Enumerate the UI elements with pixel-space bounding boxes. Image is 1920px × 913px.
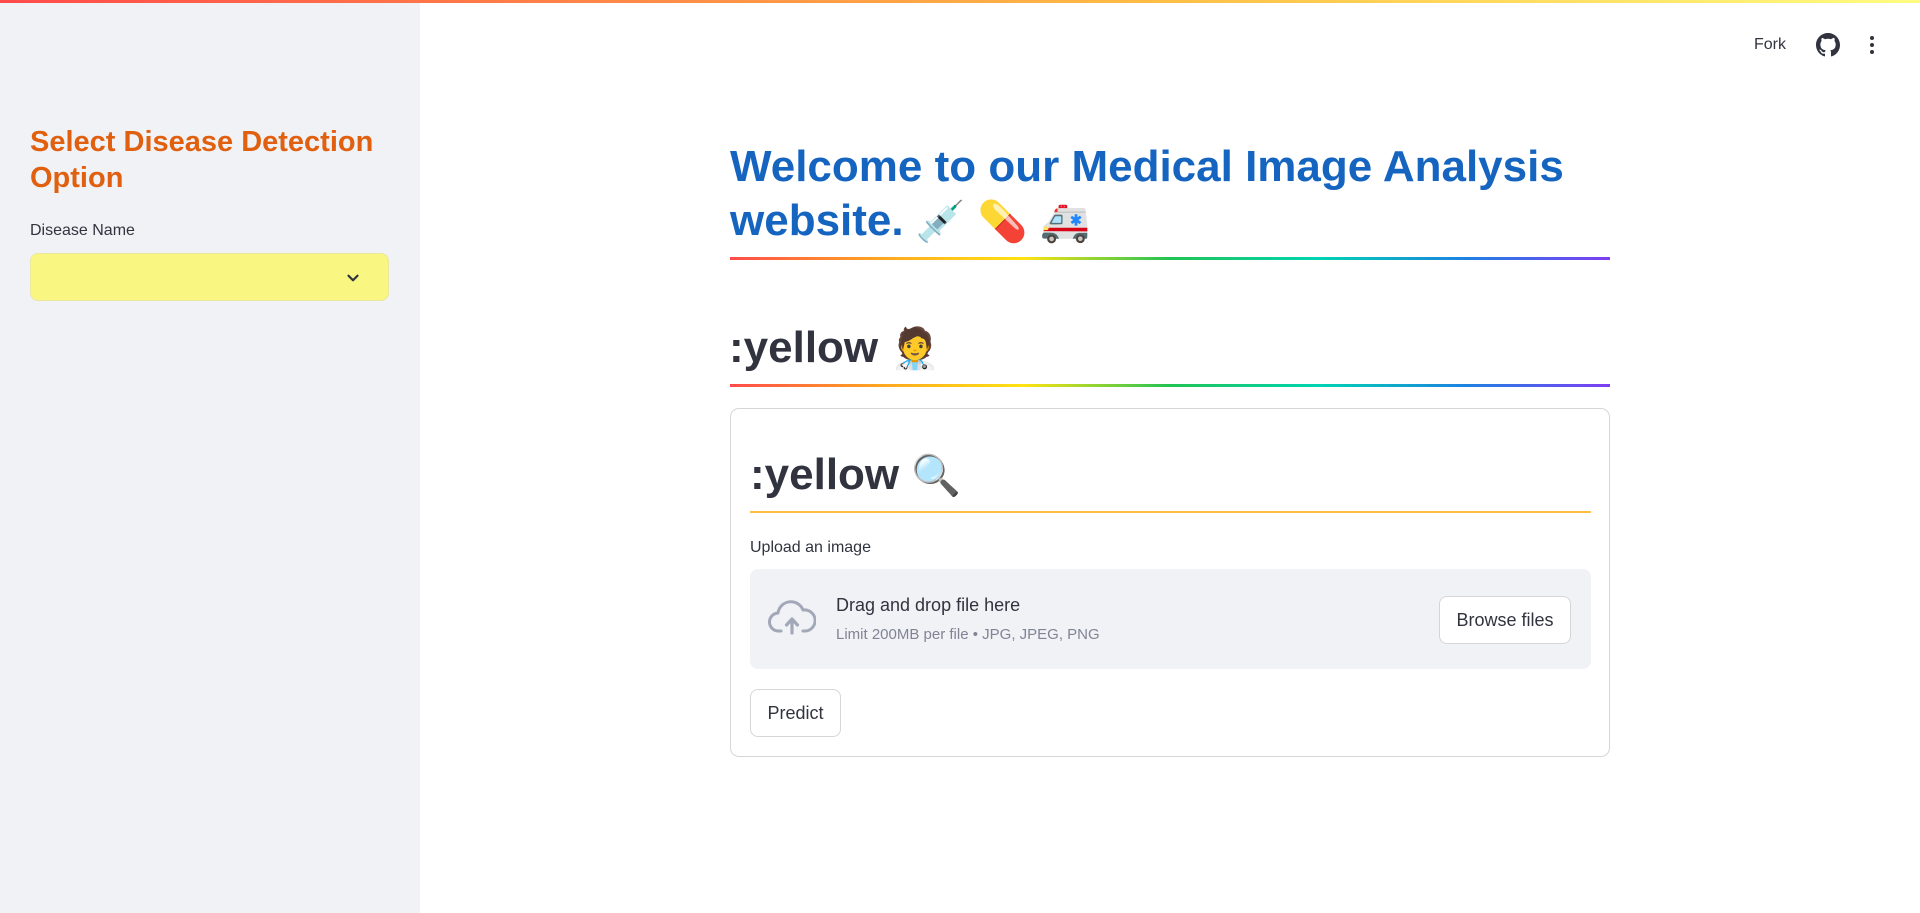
chevron-down-icon — [347, 274, 359, 282]
disease-name-label: Disease Name — [30, 222, 135, 239]
section-subheader-text: :yellow — [729, 323, 879, 372]
title-divider — [730, 257, 1610, 260]
upload-label: Upload an image — [750, 539, 871, 556]
predict-button[interactable]: Predict — [750, 689, 841, 737]
dropzone-instructions: Drag and drop file here — [836, 595, 1021, 615]
form-header: :yellow 🔍 — [750, 447, 961, 504]
cloud-upload-icon — [768, 600, 816, 635]
sidebar: Select Disease Detection Option Disease … — [0, 0, 420, 913]
magnifier-icon: 🔍 — [911, 453, 962, 499]
github-icon[interactable] — [1816, 33, 1840, 57]
page-title: Welcome to our Medical Image Analysis we… — [730, 140, 1610, 249]
section-subheader: :yellow 🧑‍⚕️ — [729, 320, 940, 377]
page-title-text: Welcome to our Medical Image Analysis we… — [730, 142, 1564, 245]
upload-form: :yellow 🔍 Upload an image Drag and drop … — [730, 408, 1610, 757]
disease-select[interactable] — [30, 253, 389, 301]
form-header-text: :yellow — [750, 450, 900, 499]
kebab-menu-icon[interactable] — [1860, 33, 1884, 57]
fork-link[interactable]: Fork — [1754, 36, 1786, 54]
syringe-icon: 💉 — [915, 199, 966, 245]
browse-files-button[interactable]: Browse files — [1439, 596, 1571, 644]
file-dropzone[interactable]: Drag and drop file here Limit 200MB per … — [750, 569, 1591, 669]
sidebar-title: Select Disease Detection Option — [30, 126, 374, 194]
dropzone-limit: Limit 200MB per file • JPG, JPEG, PNG — [836, 626, 1100, 643]
health-worker-icon: 🧑‍⚕️ — [890, 326, 941, 372]
form-divider — [750, 511, 1591, 513]
header-actions: Fork — [1754, 30, 1884, 60]
pill-icon: 💊 — [977, 199, 1028, 245]
ambulance-icon: 🚑 — [1039, 199, 1090, 245]
top-decoration-bar — [0, 0, 1920, 3]
subheader-divider — [730, 384, 1610, 387]
